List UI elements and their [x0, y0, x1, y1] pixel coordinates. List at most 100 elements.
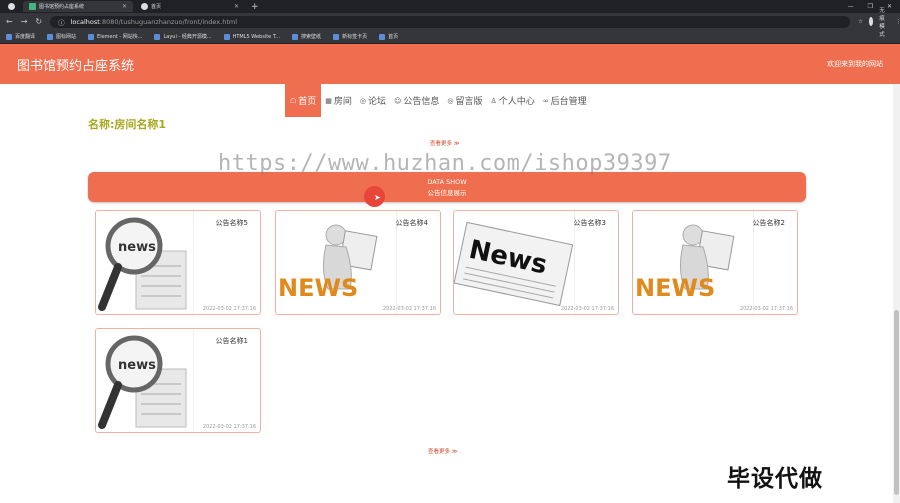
- notice-name: 公告名称1: [215, 337, 248, 345]
- nav-item-user-center[interactable]: ♙ 个人中心: [487, 84, 539, 117]
- bookmark-item[interactable]: HTML5 Website T...: [223, 33, 281, 40]
- nav-item-room[interactable]: ▦ 房间: [321, 84, 356, 117]
- figure-news-icon: NEWS: [278, 224, 378, 302]
- welcome-text: 欢迎来到我的网站: [827, 60, 883, 68]
- notice-icon: ☺: [394, 96, 402, 105]
- nav-item-message[interactable]: ◎ 留言版: [443, 84, 486, 117]
- reload-icon[interactable]: ↻: [35, 17, 42, 26]
- room-title: 名称:房间名称1: [88, 118, 167, 131]
- bookmark-label: 首页: [388, 34, 399, 40]
- profile-label[interactable]: 无痕模式: [879, 6, 889, 38]
- notice-time: 2022-03-02 17:37:16: [560, 306, 614, 312]
- bookmark-item[interactable]: Element - 网站快...: [88, 33, 142, 40]
- svg-text:NEWS: NEWS: [635, 274, 715, 302]
- close-tab-icon[interactable]: ✕: [234, 3, 239, 10]
- main-nav: ☖ 首页 ▦ 房间 ◎ 论坛 ☺ 公告信息 ◎ 留言版 ♙ 个人中心 ∞ 后台管理: [285, 84, 591, 117]
- more-menu-icon[interactable]: ⋮: [896, 19, 900, 25]
- browser-menu-icon[interactable]: [2, 1, 21, 12]
- corner-overlay-text: 毕设代做: [727, 466, 823, 492]
- star-icon[interactable]: ☆: [858, 19, 863, 25]
- url-host: localhost: [70, 17, 100, 26]
- svg-text:news: news: [118, 240, 156, 255]
- newspaper-icon: News: [454, 221, 574, 307]
- globe-icon: [141, 3, 148, 10]
- browser-tab-bar: 图书馆预约占座系统 ✕ 首页 ✕ + — ❐ ✕: [0, 0, 900, 13]
- user-icon: ♙: [490, 96, 497, 105]
- address-bar-row: ← → ↻ ⓘ localhost:8080/tushuguanzhanzuo/…: [0, 8, 900, 38]
- back-icon[interactable]: ←: [6, 17, 13, 26]
- site-title: 图书馆预约占座系统: [17, 58, 135, 74]
- magnifier-news-icon: news: [98, 217, 187, 311]
- nav-item-admin[interactable]: ∞ 后台管理: [539, 84, 591, 117]
- room-more-link[interactable]: 查看更多 ≫: [430, 139, 460, 147]
- notice-more-link[interactable]: 查看更多 ≫: [428, 447, 458, 455]
- bookmark-icon: [379, 33, 386, 40]
- bookmark-item[interactable]: 首页: [379, 33, 398, 40]
- bookmarks-bar: 百度翻译 图标网站 Element - 网站快... Layui - 经典开源模…: [0, 30, 900, 44]
- bookmark-icon: [292, 33, 299, 40]
- magnifier-news-icon: news: [98, 335, 187, 429]
- incognito-avatar-icon[interactable]: [869, 17, 874, 26]
- bookmark-label: HTML5 Website T...: [232, 33, 281, 40]
- site-header: 图书馆预约占座系统 欢迎来到我的网站: [0, 44, 900, 84]
- notice-name: 公告名称2: [752, 219, 785, 227]
- watermark-url: https://www.huzhan.com/ishop39397: [218, 151, 672, 176]
- bookmark-item[interactable]: 新标签卡页: [333, 33, 367, 40]
- datashow-banner: DATA SHOW 公告信息展示: [88, 172, 806, 202]
- bookmark-label: 搜索壁纸: [301, 34, 322, 40]
- notice-name: 公告名称5: [215, 219, 248, 227]
- bookmark-label: 新标签卡页: [342, 34, 368, 40]
- mouse-pointer-icon: ➤: [374, 193, 381, 202]
- bookmark-icon: [6, 33, 12, 40]
- notice-time: 2022-03-02 17:37:16: [739, 306, 793, 312]
- minimize-icon[interactable]: —: [848, 3, 854, 10]
- forward-icon[interactable]: →: [21, 17, 28, 26]
- figure-news-icon: NEWS: [635, 224, 735, 302]
- bookmark-label: Element - 网站快...: [97, 34, 143, 40]
- notice-card[interactable]: news 公告名称5 2022-03-02 17:37:16: [95, 210, 261, 315]
- notice-name: 公告名称3: [573, 219, 606, 227]
- notice-time: 2022-03-02 17:37:16: [202, 424, 256, 430]
- nav-item-home[interactable]: ☖ 首页: [285, 84, 322, 117]
- nav-item-notice[interactable]: ☺ 公告信息: [390, 84, 443, 117]
- scrollbar-thumb[interactable]: [894, 310, 899, 495]
- bookmark-icon: [223, 33, 230, 40]
- card-divider: [193, 211, 194, 314]
- notice-card[interactable]: NEWS 公告名称4 2022-03-02 17:37:16: [275, 210, 441, 315]
- nav-label: 首页: [298, 97, 317, 107]
- url-field[interactable]: ⓘ localhost:8080/tushuguanzhanzuo/front/…: [50, 15, 851, 28]
- tab-title: 首页: [151, 4, 162, 10]
- notice-card[interactable]: NEWS 公告名称2 2022-03-02 17:37:16: [632, 210, 798, 315]
- browser-tab-active[interactable]: 图书馆预约占座系统 ✕: [23, 1, 133, 12]
- notice-card[interactable]: News 公告名称3 2022-03-02 17:37:16: [453, 210, 619, 315]
- bookmark-item[interactable]: 百度翻译: [6, 33, 35, 40]
- url-path: :8080/tushuguanzhanzuo/front/index.html: [99, 17, 238, 26]
- link-icon: ∞: [542, 96, 549, 105]
- nav-item-forum[interactable]: ◎ 论坛: [356, 84, 390, 117]
- notice-card[interactable]: news 公告名称1 2022-03-02 17:37:16: [95, 328, 261, 433]
- nav-label: 公告信息: [403, 97, 440, 107]
- bookmark-icon: [88, 33, 95, 40]
- datashow-subtitle: 公告信息展示: [427, 188, 467, 197]
- svg-text:news: news: [118, 358, 156, 373]
- bookmark-item[interactable]: 图标网站: [47, 33, 76, 40]
- bookmark-item[interactable]: 搜索壁纸: [292, 33, 321, 40]
- home-icon: ☖: [290, 96, 297, 105]
- tab-title: 图书馆预约占座系统: [39, 4, 85, 10]
- bookmark-icon: [47, 33, 54, 40]
- close-tab-icon[interactable]: ✕: [122, 3, 127, 10]
- forum-icon: ◎: [359, 96, 367, 105]
- bookmark-icon: [333, 33, 340, 40]
- notice-time: 2022-03-02 17:37:16: [382, 306, 436, 312]
- bookmark-label: 图标网站: [56, 34, 77, 40]
- message-icon: ◎: [447, 96, 454, 105]
- notice-name: 公告名称4: [395, 219, 428, 227]
- nav-label: 后台管理: [550, 97, 587, 107]
- nav-label: 论坛: [368, 97, 387, 107]
- bookmark-item[interactable]: Layui - 经典开源模...: [154, 33, 212, 40]
- card-divider: [193, 329, 194, 432]
- bookmark-icon: [154, 33, 161, 40]
- browser-tab[interactable]: 首页 ✕: [135, 1, 245, 12]
- new-tab-button[interactable]: +: [251, 2, 259, 12]
- info-icon[interactable]: ⓘ: [58, 17, 65, 27]
